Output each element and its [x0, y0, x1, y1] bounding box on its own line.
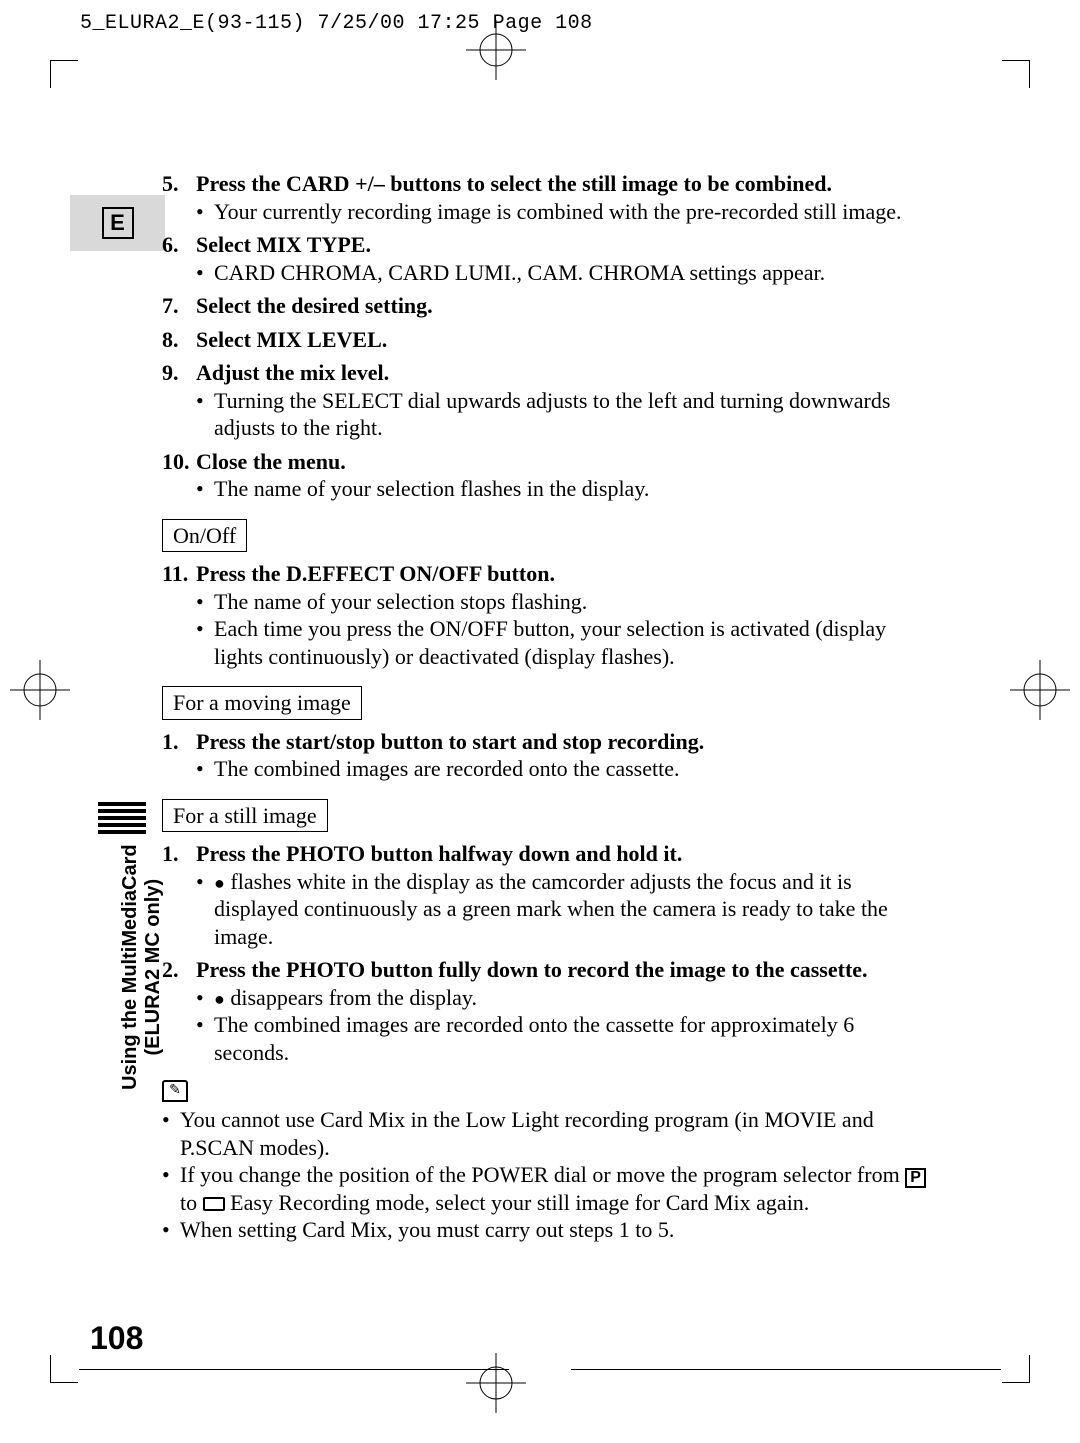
step-num: 10.: [162, 448, 196, 476]
crop-mark-bottom-line-left: [79, 1369, 509, 1370]
bullet-dot: •: [196, 588, 214, 616]
registration-mark-left: [10, 660, 70, 720]
notes-list: •You cannot use Card Mix in the Low Ligh…: [162, 1106, 932, 1244]
language-letter: E: [102, 207, 134, 239]
section-box-moving: For a moving image: [162, 686, 362, 720]
crop-mark-bottom-left: [50, 1355, 78, 1383]
step-num: 9.: [162, 359, 196, 387]
language-badge: E: [70, 195, 165, 251]
notes-icon: ✎: [162, 1080, 188, 1102]
registration-mark-bottom: [466, 1353, 526, 1413]
step-10: 10.Close the menu. •The name of your sel…: [162, 448, 932, 503]
easy-mode-icon: [203, 1197, 225, 1211]
step-title: Select MIX TYPE.: [196, 231, 371, 259]
moving-step-1: 1.Press the start/stop button to start a…: [162, 728, 932, 783]
section-box-onoff: On/Off: [162, 519, 247, 553]
bullet-text: The name of your selection stops flashin…: [214, 588, 587, 616]
program-mode-icon: P: [905, 1168, 926, 1188]
step-title: Press the PHOTO button fully down to rec…: [196, 956, 868, 984]
step-num: 1.: [162, 728, 196, 756]
record-circle-icon: ●: [214, 989, 225, 1009]
step-num: 6.: [162, 231, 196, 259]
step-title: Press the PHOTO button halfway down and …: [196, 840, 682, 868]
bullet-text: The combined images are recorded onto th…: [214, 755, 679, 783]
registration-mark-right: [1010, 660, 1070, 720]
bullet-dot: •: [162, 1106, 180, 1161]
bullet-dot: •: [162, 1161, 180, 1216]
bullet-text: Turning the SELECT dial upwards adjusts …: [214, 387, 932, 442]
step-title: Select MIX LEVEL.: [196, 326, 387, 354]
page-number: 108: [90, 1320, 143, 1357]
main-content: 5.Press the CARD +/– buttons to select t…: [162, 170, 932, 1244]
sidebar-chapter-label: Using the MultiMediaCard (ELURA2 MC only…: [119, 844, 165, 1090]
bullet-text: ● flashes white in the display as the ca…: [214, 868, 932, 951]
bullet-dot: •: [196, 475, 214, 503]
step-6: 6.Select MIX TYPE. •CARD CHROMA, CARD LU…: [162, 231, 932, 286]
step-num: 2.: [162, 956, 196, 984]
record-circle-icon: ●: [214, 873, 225, 893]
step-title: Adjust the mix level.: [196, 359, 389, 387]
bullet-dot: •: [196, 755, 214, 783]
step-title: Press the D.EFFECT ON/OFF button.: [196, 560, 555, 588]
bullet-dot: •: [196, 1011, 214, 1066]
step-9: 9.Adjust the mix level. •Turning the SEL…: [162, 359, 932, 442]
bullet-dot: •: [196, 387, 214, 442]
step-num: 8.: [162, 326, 196, 354]
registration-mark-top: [466, 20, 526, 80]
crop-mark-top-right: [1002, 60, 1030, 88]
step-title: Close the menu.: [196, 448, 346, 476]
note-text: When setting Card Mix, you must carry ou…: [180, 1216, 674, 1244]
bullet-text: The combined images are recorded onto th…: [214, 1011, 932, 1066]
bullet-dot: •: [196, 868, 214, 951]
step-title: Select the desired setting.: [196, 292, 433, 320]
sidebar-line1: Using the MultiMediaCard: [119, 844, 141, 1090]
still-step-2: 2.Press the PHOTO button fully down to r…: [162, 956, 932, 1066]
note-text: You cannot use Card Mix in the Low Light…: [180, 1106, 932, 1161]
step-title: Press the CARD +/– buttons to select the…: [196, 170, 832, 198]
note-text: If you change the position of the POWER …: [180, 1161, 932, 1216]
section-box-still: For a still image: [162, 799, 328, 833]
step-8: 8.Select MIX LEVEL.: [162, 326, 932, 354]
bullet-dot: •: [196, 198, 214, 226]
sidebar-line2: (ELURA2 MC only): [142, 879, 164, 1056]
step-11: 11.Press the D.EFFECT ON/OFF button. •Th…: [162, 560, 932, 670]
still-step-1: 1.Press the PHOTO button halfway down an…: [162, 840, 932, 950]
sidebar-bars-icon: [98, 802, 146, 838]
step-num: 11.: [162, 560, 196, 588]
bullet-dot: •: [196, 259, 214, 287]
bullet-text: The name of your selection flashes in th…: [214, 475, 649, 503]
step-num: 1.: [162, 840, 196, 868]
bullet-text: Your currently recording image is combin…: [214, 198, 902, 226]
bullet-text: ● disappears from the display.: [214, 984, 477, 1012]
crop-mark-top-left: [50, 60, 78, 88]
bullet-dot: •: [196, 984, 214, 1012]
step-5: 5.Press the CARD +/– buttons to select t…: [162, 170, 932, 225]
step-title: Press the start/stop button to start and…: [196, 728, 704, 756]
step-num: 7.: [162, 292, 196, 320]
bullet-dot: •: [162, 1216, 180, 1244]
step-7: 7.Select the desired setting.: [162, 292, 932, 320]
step-num: 5.: [162, 170, 196, 198]
bullet-dot: •: [196, 615, 214, 670]
crop-mark-bottom-line-right: [571, 1369, 1001, 1370]
crop-mark-bottom-right: [1002, 1355, 1030, 1383]
bullet-text: Each time you press the ON/OFF button, y…: [214, 615, 932, 670]
bullet-text: CARD CHROMA, CARD LUMI., CAM. CHROMA set…: [214, 259, 825, 287]
